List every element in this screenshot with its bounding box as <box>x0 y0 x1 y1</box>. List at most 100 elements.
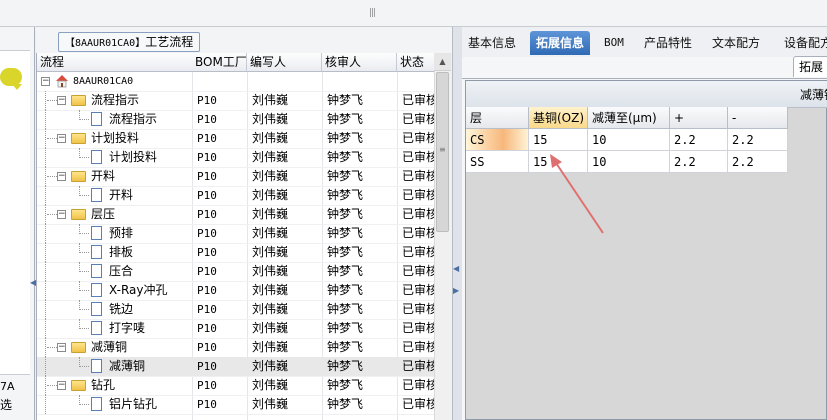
tree-row[interactable]: 铣边 P10 刘伟巍 钟梦飞 已审核 <box>37 300 435 320</box>
tree-row[interactable]: 开料 P10 刘伟巍 钟梦飞 已审核 <box>37 186 435 206</box>
collapse-toggle[interactable]: − <box>57 96 66 105</box>
home-icon <box>56 75 68 88</box>
grid-column-header[interactable]: + <box>670 107 728 129</box>
status-cell: 已审核 <box>402 340 435 354</box>
writer-cell: 刘伟巍 <box>252 397 289 411</box>
bom-plant-cell: P10 <box>197 113 217 126</box>
tree-row[interactable]: − 层压 P10 刘伟巍 钟梦飞 已审核 <box>37 205 435 225</box>
status-cell <box>402 72 435 91</box>
grid-column-header[interactable]: 基铜(OZ) <box>529 107 588 129</box>
column-header[interactable]: 核审人 <box>322 53 397 72</box>
grid-cell[interactable]: 2.2 <box>728 129 788 151</box>
collapse-toggle[interactable]: − <box>57 343 66 352</box>
tree-row[interactable]: 排板 P10 刘伟巍 钟梦飞 已审核 <box>37 243 435 263</box>
tree-row[interactable]: X-Ray冲孔 P10 刘伟巍 钟梦飞 已审核 <box>37 281 435 301</box>
tab-0[interactable]: 基本信息 <box>462 31 522 55</box>
tree-connector <box>45 243 46 262</box>
tree-connector <box>79 271 89 272</box>
bom-plant-cell: P10 <box>197 322 217 335</box>
tree-row[interactable]: − 流程指示 P10 刘伟巍 钟梦飞 已审核 <box>37 91 435 111</box>
collapse-toggle[interactable]: − <box>41 77 50 86</box>
tree-row[interactable]: 流程指示 P10 刘伟巍 钟梦飞 已审核 <box>37 110 435 130</box>
writer-cell: 刘伟巍 <box>252 283 289 297</box>
tree-connector <box>45 148 46 167</box>
tree-connector <box>47 385 57 386</box>
status-cell: 已审核 <box>402 283 435 297</box>
process-title-text: 工艺流程 <box>145 35 194 49</box>
writer-cell <box>252 72 322 91</box>
document-icon <box>91 188 102 202</box>
tree-connector <box>45 262 46 281</box>
tree-node-label: 开料 <box>91 169 116 183</box>
grid-cell[interactable]: 2.2 <box>670 129 728 151</box>
tree-connector <box>45 357 46 376</box>
tree-row[interactable]: 打字唛 P10 刘伟巍 钟梦飞 已审核 <box>37 319 435 339</box>
tree-connector <box>79 395 80 405</box>
grid-column-header[interactable]: 减薄至(μm) <box>588 107 670 129</box>
document-icon <box>91 245 102 259</box>
tree-node-label: 排板 <box>109 245 134 259</box>
tree-connector <box>79 243 80 253</box>
column-header[interactable]: 状态 <box>397 53 435 72</box>
tab-4[interactable]: 文本配方 <box>706 31 766 55</box>
tree-connector <box>45 319 46 338</box>
tree-row[interactable]: 压合 P10 刘伟巍 钟梦飞 已审核 <box>37 262 435 282</box>
grid-column-header[interactable]: 层 <box>466 107 529 129</box>
grid-column-header[interactable]: - <box>728 107 788 129</box>
tab-5[interactable]: 设备配方 <box>778 31 827 55</box>
tree-connector <box>79 157 89 158</box>
tree-row[interactable]: − 8AAUR01CA0 <box>37 72 435 92</box>
tree-connector <box>47 176 57 177</box>
tab-1[interactable]: 拓展信息 <box>530 31 591 55</box>
tab-2[interactable]: BOM <box>598 31 630 55</box>
tree-row[interactable]: − 钻孔 P10 刘伟巍 钟梦飞 已审核 <box>37 376 435 396</box>
collapse-right-icon[interactable]: ◀ <box>453 264 459 273</box>
writer-cell: 刘伟巍 <box>252 359 289 373</box>
tree-connector <box>79 366 89 367</box>
tree-row[interactable]: − 减薄铜 P10 刘伟巍 钟梦飞 已审核 <box>37 338 435 358</box>
tree-node-label: 压合 <box>109 264 134 278</box>
writer-cell: 刘伟巍 <box>252 188 289 202</box>
chat-bubble-tail <box>12 84 22 90</box>
grid-cell[interactable]: 2.2 <box>728 151 788 173</box>
document-icon <box>91 302 102 316</box>
bom-plant-cell <box>197 72 247 91</box>
bom-plant-cell: P10 <box>197 303 217 316</box>
grid-cell[interactable]: 2.2 <box>670 151 728 173</box>
expand-left-icon[interactable]: ▶ <box>453 286 459 295</box>
left-panel-select[interactable]: 选 <box>0 396 30 413</box>
grid-cell[interactable]: SS <box>466 151 529 173</box>
scroll-up-icon[interactable]: ▲ <box>434 53 451 71</box>
grid-cell[interactable]: CS <box>466 129 529 151</box>
writer-cell: 刘伟巍 <box>252 340 289 354</box>
reviewer-cell: 钟梦飞 <box>327 359 364 373</box>
tree-connector <box>79 148 80 158</box>
tree-row[interactable]: 预排 P10 刘伟巍 钟梦飞 已审核 <box>37 224 435 244</box>
tab-3[interactable]: 产品特性 <box>638 31 698 55</box>
column-header[interactable]: 流程 <box>37 53 197 72</box>
collapse-toggle[interactable]: − <box>57 210 66 219</box>
grid-cell[interactable]: 10 <box>588 129 670 151</box>
collapse-toggle[interactable]: − <box>57 381 66 390</box>
collapse-toggle[interactable]: − <box>57 134 66 143</box>
tree-row[interactable]: 铝片钻孔 P10 刘伟巍 钟梦飞 已审核 <box>37 395 435 415</box>
sub-tab-extended[interactable]: 拓展 <box>793 56 827 77</box>
splitter-handle[interactable]: ||| <box>369 8 377 18</box>
writer-cell: 刘伟巍 <box>252 112 289 126</box>
document-icon <box>91 226 102 240</box>
collapse-toggle[interactable]: − <box>57 172 66 181</box>
tree-node-label: 流程指示 <box>109 112 158 126</box>
tree-row[interactable]: − 计划投料 P10 刘伟巍 钟梦飞 已审核 <box>37 129 435 149</box>
tree-connector <box>45 395 46 414</box>
grid-caption: 减薄铜 <box>800 88 827 102</box>
reviewer-cell: 钟梦飞 <box>327 169 364 183</box>
tree-connector <box>79 186 80 196</box>
column-header[interactable]: 编写人 <box>247 53 322 72</box>
tree-row[interactable]: 计划投料 P10 刘伟巍 钟梦飞 已审核 <box>37 148 435 168</box>
tree-row[interactable]: 减薄铜 P10 刘伟巍 钟梦飞 已审核 <box>37 357 435 377</box>
status-cell: 已审核 <box>402 397 435 411</box>
grid-cell[interactable]: 15 <box>529 129 588 151</box>
writer-cell: 刘伟巍 <box>252 378 289 392</box>
tree-row[interactable]: − 开料 P10 刘伟巍 钟梦飞 已审核 <box>37 167 435 187</box>
column-header[interactable]: BOM工厂 <box>192 53 247 72</box>
